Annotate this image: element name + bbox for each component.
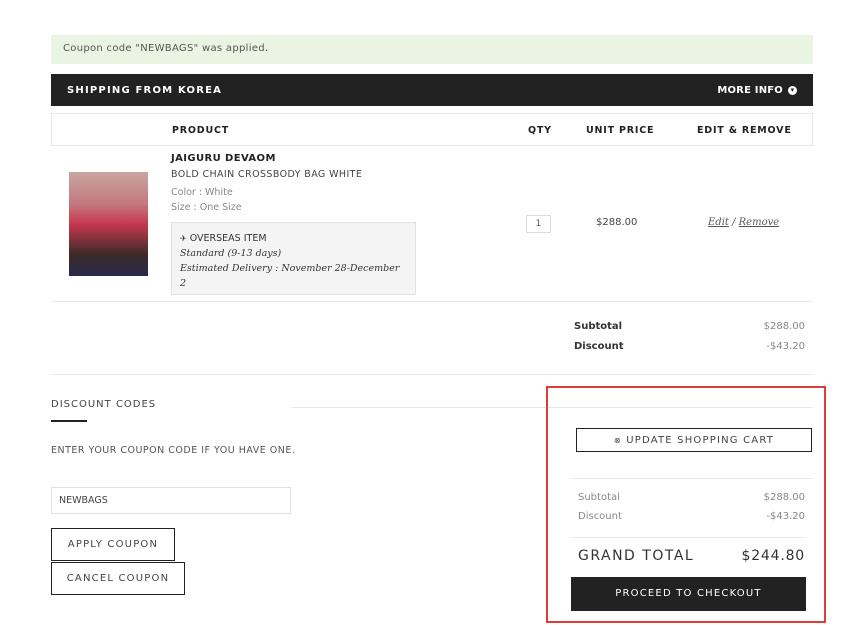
shipping-info-box: ✈ OVERSEAS ITEM Standard (9-13 days) Est…	[171, 222, 416, 295]
update-cart-label: UPDATE SHOPPING CART	[626, 434, 775, 446]
grand-total-value: $244.80	[741, 548, 805, 564]
coupon-applied-notice: Coupon code "NEWBAGS" was applied.	[51, 35, 813, 64]
title-underline	[51, 420, 87, 422]
coupon-input[interactable]: NEWBAGS	[51, 487, 291, 514]
chevron-down-icon: ▾	[788, 85, 797, 95]
discount-label: Discount	[574, 341, 624, 352]
header-qty: QTY	[528, 125, 552, 136]
ship-label: OVERSEAS ITEM	[189, 233, 267, 244]
divider	[51, 301, 813, 302]
grand-total-label: GRAND TOTAL	[578, 548, 695, 564]
product-name[interactable]: BOLD CHAIN CROSSBODY BAG WHITE	[171, 169, 362, 180]
summary-discount-label: Discount	[578, 511, 622, 522]
update-cart-button[interactable]: ⊗ UPDATE SHOPPING CART	[576, 428, 812, 452]
divider	[51, 374, 813, 375]
coupon-help-text: ENTER YOUR COUPON CODE IF YOU HAVE ONE.	[51, 445, 296, 456]
ship-method: Standard (9-13 days)	[180, 248, 282, 259]
divider	[571, 537, 805, 538]
unit-price: $288.00	[596, 217, 638, 228]
edit-remove: Edit / Remove	[708, 217, 779, 228]
apply-coupon-button[interactable]: APPLY COUPON	[51, 528, 175, 561]
product-color: Color : White	[171, 187, 233, 198]
header-unit-price: UNIT PRICE	[586, 125, 655, 136]
plane-icon: ✈	[180, 234, 187, 243]
product-size: Size : One Size	[171, 202, 242, 213]
header-product: PRODUCT	[172, 125, 230, 136]
header-edit-remove: EDIT & REMOVE	[697, 125, 792, 136]
discount-value: -$43.20	[766, 341, 805, 352]
summary-discount-value: -$43.20	[766, 511, 805, 522]
edit-link[interactable]: Edit	[708, 217, 729, 228]
divider	[571, 478, 812, 479]
product-brand: JAIGURU DEVAOM	[171, 153, 276, 164]
more-info-label: MORE INFO	[717, 84, 783, 96]
more-info-link[interactable]: MORE INFO ▾	[717, 85, 797, 96]
cart-table-header: PRODUCT QTY UNIT PRICE EDIT & REMOVE	[51, 113, 813, 146]
product-image[interactable]	[69, 172, 148, 276]
discount-codes-title: DISCOUNT CODES	[51, 399, 157, 410]
separator: /	[728, 217, 739, 228]
summary-subtotal-label: Subtotal	[578, 492, 620, 503]
shipping-title: SHIPPING FROM KOREA	[67, 84, 223, 96]
remove-link[interactable]: Remove	[739, 217, 780, 228]
quantity-input[interactable]: 1	[526, 215, 551, 233]
proceed-to-checkout-button[interactable]: PROCEED TO CHECKOUT	[571, 577, 806, 611]
shipping-header: SHIPPING FROM KOREA MORE INFO ▾	[51, 74, 813, 106]
cancel-coupon-button[interactable]: CANCEL COUPON	[51, 562, 185, 595]
summary-subtotal-value: $288.00	[763, 492, 805, 503]
ship-estimate: Estimated Delivery : November 28-Decembe…	[180, 263, 400, 289]
subtotal-value: $288.00	[763, 321, 805, 332]
subtotal-label: Subtotal	[574, 321, 623, 332]
refresh-icon: ⊗	[613, 435, 622, 445]
